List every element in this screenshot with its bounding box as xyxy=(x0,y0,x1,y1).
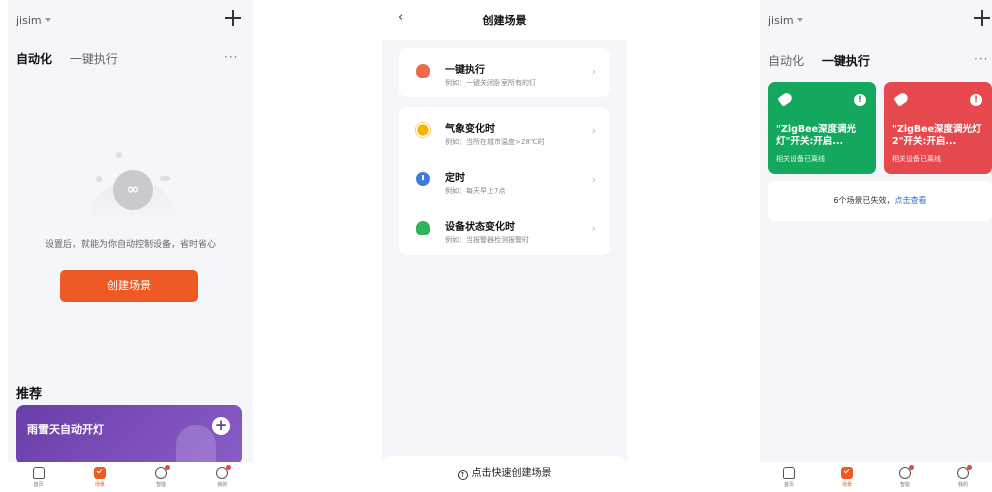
chevron-right-icon: › xyxy=(591,124,596,137)
create-scene-button[interactable]: 创建场景 xyxy=(60,270,198,302)
scene-icon xyxy=(841,466,853,479)
add-icon[interactable] xyxy=(225,10,241,26)
recommend-title: 推荐 xyxy=(16,387,43,402)
nav-home[interactable]: 首页 xyxy=(771,466,807,488)
account-switcher[interactable]: jisim xyxy=(16,14,51,27)
option-desc: 例如：每天早上7点 xyxy=(445,187,506,195)
tab-one-tap[interactable]: 一键执行 xyxy=(822,52,870,69)
nav-smart[interactable]: 智能 xyxy=(887,464,923,488)
bulb-icon xyxy=(416,221,430,235)
scene-name: "ZigBee深度调光灯 2"开关:开启... xyxy=(892,124,982,147)
option-card-manual: 一键执行 例如：一键关闭卧室所有的灯 › xyxy=(399,48,610,97)
scene-tabs: 自动化 一键执行 xyxy=(768,52,884,69)
empty-state-illustration: ∞ xyxy=(88,150,178,230)
sun-icon xyxy=(417,124,429,136)
more-icon[interactable]: ··· xyxy=(974,52,988,66)
empty-state-text: 设置后，就能为你自动控制设备，省时省心 xyxy=(44,240,216,250)
home-icon xyxy=(783,466,795,479)
one-tap-screen: jisim 自动化 一键执行 ··· ! "ZigBee深度调光灯"开关:开启.… xyxy=(760,0,992,492)
automation-empty-screen: jisim 自动化 一键执行 ··· ∞ 设置后，就能为你自动控制设备，省时省心… xyxy=(8,0,253,492)
home-icon xyxy=(32,466,45,479)
more-icon[interactable]: ··· xyxy=(224,50,238,64)
notification-dot xyxy=(909,464,914,470)
bottom-nav: 首页 场景 智能 我的 xyxy=(760,462,992,492)
option-card-auto: 气象变化时 例如：当所在城市温度>28℃时 › 定时 例如：每天早上7点 › 设… xyxy=(399,107,610,255)
quick-create-label: 点击快速创建场景 xyxy=(471,468,552,479)
account-switcher[interactable]: jisim xyxy=(768,14,803,27)
scene-status: 相关设备已离线 xyxy=(892,155,941,163)
scene-name: "ZigBee深度调光灯"开关:开启... xyxy=(776,124,857,147)
option-timer[interactable]: 定时 例如：每天早上7点 › xyxy=(399,156,610,205)
caret-down-icon xyxy=(44,18,51,22)
nav-scene[interactable]: 场景 xyxy=(82,466,118,488)
warning-icon: ! xyxy=(970,94,982,106)
option-name: 定时 xyxy=(445,173,465,184)
account-name: jisim xyxy=(16,14,42,27)
bottom-nav: 首页 场景 智能 我的 xyxy=(8,462,253,492)
notification-dot xyxy=(226,464,232,470)
top-bar: jisim xyxy=(8,0,253,44)
notification-dot xyxy=(165,464,171,470)
scene-card[interactable]: ! "ZigBee深度调光灯 2"开关:开启... 相关设备已离线 xyxy=(884,82,992,174)
top-bar: jisim xyxy=(760,0,992,44)
option-desc: 例如：当所在城市温度>28℃时 xyxy=(445,138,545,146)
tab-one-tap[interactable]: 一键执行 xyxy=(70,50,118,67)
tag-icon xyxy=(893,91,910,107)
scene-card[interactable]: ! "ZigBee深度调光灯"开关:开启... 相关设备已离线 xyxy=(768,82,876,174)
chevron-right-icon: › xyxy=(591,65,596,78)
tab-automation[interactable]: 自动化 xyxy=(768,52,804,69)
option-desc: 例如：当报警器检测报警时 xyxy=(445,236,529,244)
scene-icon xyxy=(93,466,106,479)
add-icon[interactable] xyxy=(974,10,990,26)
option-name: 一键执行 xyxy=(445,65,485,76)
nav-mine[interactable]: 我的 xyxy=(945,464,981,488)
clock-icon xyxy=(416,172,430,186)
recommend-card-title: 雨雪天自动开灯 xyxy=(27,423,104,436)
account-name: jisim xyxy=(768,14,794,27)
quick-create-bar[interactable]: ↑ 点击快速创建场景 xyxy=(382,456,627,492)
page-title: 创建场景 xyxy=(482,14,527,27)
tab-automation[interactable]: 自动化 xyxy=(16,50,52,67)
recommend-card[interactable]: 雨雪天自动开灯 + xyxy=(16,405,242,465)
scene-tabs: 自动化 一键执行 xyxy=(16,50,132,67)
invalid-scenes-bar: 6个场景已失效，点击查看 xyxy=(768,181,992,221)
add-circle-icon[interactable]: + xyxy=(212,417,230,435)
scene-status: 相关设备已离线 xyxy=(776,155,825,163)
hand-tap-icon xyxy=(416,64,430,78)
option-name: 气象变化时 xyxy=(445,124,495,135)
invalid-scenes-text: 6个场景已失效， xyxy=(833,196,895,205)
nav-scene[interactable]: 场景 xyxy=(829,466,865,488)
option-weather[interactable]: 气象变化时 例如：当所在城市温度>28℃时 › xyxy=(399,107,610,156)
nav-home[interactable]: 首页 xyxy=(21,466,57,488)
create-scene-screen: ‹ 创建场景 一键执行 例如：一键关闭卧室所有的灯 › 气象变化时 例如：当所在… xyxy=(382,0,627,492)
option-name: 设备状态变化时 xyxy=(445,222,515,233)
option-one-tap[interactable]: 一键执行 例如：一键关闭卧室所有的灯 › xyxy=(399,48,610,97)
warning-icon: ! xyxy=(854,94,866,106)
mountain-decoration xyxy=(176,425,216,465)
option-device-state[interactable]: 设备状态变化时 例如：当报警器检测报警时 › xyxy=(399,205,610,254)
option-desc: 例如：一键关闭卧室所有的灯 xyxy=(445,79,536,87)
chevron-right-icon: › xyxy=(591,222,596,235)
arrow-up-circle-icon: ↑ xyxy=(457,470,468,480)
link-icon: ∞ xyxy=(113,170,153,210)
tag-icon xyxy=(777,91,794,107)
header: ‹ 创建场景 xyxy=(382,0,627,40)
chevron-right-icon: › xyxy=(591,173,596,186)
caret-down-icon xyxy=(796,18,803,22)
nav-smart[interactable]: 智能 xyxy=(143,464,179,488)
view-invalid-link[interactable]: 点击查看 xyxy=(895,196,927,205)
notification-dot xyxy=(967,464,972,470)
nav-mine[interactable]: 我的 xyxy=(204,464,240,488)
